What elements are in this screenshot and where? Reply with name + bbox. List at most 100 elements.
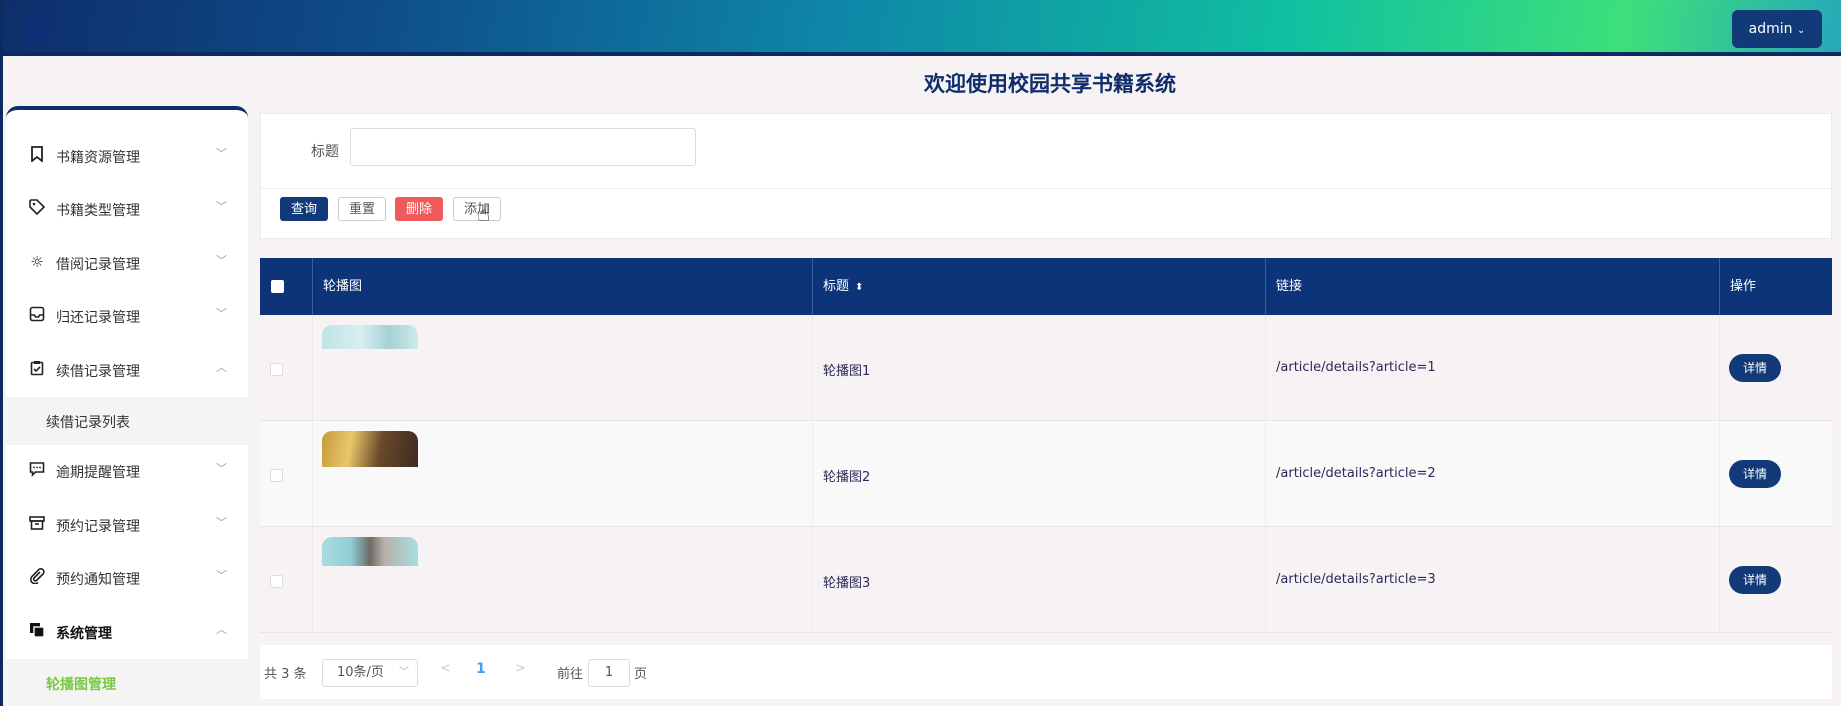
sidebar-item-overdue-reminders[interactable]: 逾期提醒管理 ﹀: [6, 445, 248, 498]
carousel-thumbnail-image: [322, 325, 418, 349]
column-header-actions: 操作: [1730, 279, 1757, 294]
row-checkbox[interactable]: [270, 575, 283, 588]
page-suffix-label: 页: [634, 667, 648, 682]
total-count: 共 3 条: [264, 667, 307, 682]
detail-button[interactable]: 详情: [1729, 460, 1781, 488]
select-all-checkbox[interactable]: [271, 280, 284, 293]
sidebar-item-borrow-records[interactable]: ☼ 借阅记录管理 ﹀: [6, 237, 248, 290]
sidebar-subitem-renew-list[interactable]: 续借记录列表: [6, 397, 248, 445]
sidebar-item-label: 续借记录列表: [46, 415, 130, 431]
user-name: admin: [1748, 21, 1793, 37]
carousel-image-cell: [313, 527, 813, 633]
title-cell: 轮播图3: [813, 527, 1266, 633]
column-header-image: 轮播图: [313, 258, 813, 315]
query-button[interactable]: 查询: [280, 197, 328, 221]
sidebar-item-return-records[interactable]: 归还记录管理 ﹀: [6, 290, 248, 343]
sidebar: 书籍资源管理 ﹀ 书籍类型管理 ﹀ ☼ 借阅记录管理 ﹀ 归还记录管理 ﹀ 续借…: [6, 106, 248, 706]
next-page-button[interactable]: >: [515, 661, 526, 676]
sidebar-item-label: 预约记录管理: [56, 519, 140, 535]
chevron-up-icon: ︿: [216, 361, 227, 374]
sun-icon: ☼: [30, 253, 44, 271]
sidebar-item-reservation-records[interactable]: 预约记录管理 ﹀: [6, 499, 248, 552]
sidebar-item-label: 轮播图管理: [46, 677, 116, 693]
detail-button[interactable]: 详情: [1729, 354, 1781, 382]
sidebar-item-label: 归还记录管理: [56, 310, 140, 326]
carousel-thumbnail-image: [322, 537, 418, 566]
reset-button[interactable]: 重置: [338, 197, 386, 221]
row-select-cell: [260, 527, 313, 633]
chevron-down-icon: ﹀: [216, 516, 227, 529]
table-row: 轮播图2 /article/details?article=2 详情: [260, 421, 1832, 527]
row-link: /article/details?article=2: [1276, 466, 1436, 481]
top-bar: admin ⌄: [0, 0, 1841, 56]
chevron-down-icon: ﹀: [216, 254, 227, 267]
sidebar-subitem-carousel-management[interactable]: 轮播图管理: [6, 659, 248, 706]
sidebar-item-reservation-notices[interactable]: 预约通知管理 ﹀: [6, 552, 248, 605]
chevron-down-icon: ﹀: [216, 569, 227, 582]
table-row: 轮播图1 /article/details?article=1 详情: [260, 315, 1832, 421]
carousel-image-cell: [313, 315, 813, 421]
link-cell: /article/details?article=2: [1266, 421, 1720, 527]
bookmark-icon: [28, 146, 46, 164]
page-title: 欢迎使用校园共享书籍系统: [924, 72, 1176, 96]
message-icon: [28, 461, 46, 479]
left-edge-border: [0, 56, 3, 706]
column-header-title[interactable]: 标题 ⬍: [813, 258, 1266, 315]
sidebar-item-label: 预约通知管理: [56, 572, 140, 588]
carousel-thumbnail-image: [322, 431, 418, 467]
chevron-down-icon: ﹀: [216, 147, 227, 160]
title-search-input[interactable]: [350, 128, 696, 166]
copy-icon: [28, 622, 46, 640]
sidebar-item-label: 续借记录管理: [56, 364, 140, 380]
hand-cursor-icon: ☝: [477, 202, 491, 227]
user-menu-button[interactable]: admin ⌄: [1732, 10, 1822, 48]
link-cell: /article/details?article=3: [1266, 527, 1720, 633]
chevron-down-icon: ﹀: [216, 200, 227, 213]
paperclip-icon: [28, 568, 46, 586]
carousel-image-cell: [313, 421, 813, 527]
page-size-select[interactable]: 10条/页 ﹀: [322, 659, 418, 687]
prev-page-button[interactable]: <: [440, 661, 451, 676]
sort-icon[interactable]: ⬍: [855, 282, 863, 293]
page-number[interactable]: 1: [476, 661, 486, 677]
goto-label: 前往: [557, 667, 584, 682]
chevron-up-icon: ︿: [216, 623, 227, 636]
chevron-down-icon: ⌄: [1796, 25, 1806, 36]
search-panel: 标题 查询 重置 删除 添加: [260, 113, 1833, 239]
row-checkbox[interactable]: [270, 469, 283, 482]
divider: [261, 188, 1833, 189]
chevron-down-icon: ﹀: [216, 307, 227, 320]
archive-icon: [28, 515, 46, 533]
sidebar-item-book-resources[interactable]: 书籍资源管理 ﹀: [6, 130, 248, 183]
column-header-title-label: 标题: [823, 279, 850, 294]
link-cell: /article/details?article=1: [1266, 315, 1720, 421]
sidebar-item-system-management[interactable]: 系统管理 ︿: [6, 606, 248, 659]
title-cell: 轮播图1: [813, 315, 1266, 421]
sidebar-item-book-types[interactable]: 书籍类型管理 ﹀: [6, 183, 248, 236]
sidebar-item-renew-records[interactable]: 续借记录管理 ︿: [6, 344, 248, 397]
sidebar-item-label: 借阅记录管理: [56, 257, 140, 273]
row-title: 轮播图3: [823, 576, 871, 591]
sidebar-item-label: 书籍类型管理: [56, 203, 140, 219]
goto-page-input[interactable]: 1: [588, 659, 630, 687]
delete-button[interactable]: 删除: [395, 197, 443, 221]
pagination: 共 3 条 10条/页 ﹀ < 1 > 前往 1 页: [260, 645, 1832, 699]
tag-icon: [28, 199, 46, 217]
row-checkbox[interactable]: [270, 363, 283, 376]
clipboard-check-icon: [28, 360, 46, 378]
actions-cell: 详情: [1720, 315, 1832, 421]
inbox-icon: [28, 306, 46, 324]
row-select-cell: [260, 315, 313, 421]
grid-menu-icon[interactable]: [25, 17, 47, 39]
row-title: 轮播图2: [823, 470, 871, 485]
actions-cell: 详情: [1720, 527, 1832, 633]
sidebar-item-label: 逾期提醒管理: [56, 465, 140, 481]
detail-button[interactable]: 详情: [1729, 566, 1781, 594]
row-select-cell: [260, 421, 313, 527]
sidebar-item-label: 系统管理: [56, 626, 112, 642]
select-all-cell: [260, 258, 313, 315]
chevron-down-icon: ﹀: [399, 667, 409, 678]
sidebar-item-label: 书籍资源管理: [56, 150, 140, 166]
title-cell: 轮播图2: [813, 421, 1266, 527]
title-filter-label: 标题: [311, 144, 339, 160]
